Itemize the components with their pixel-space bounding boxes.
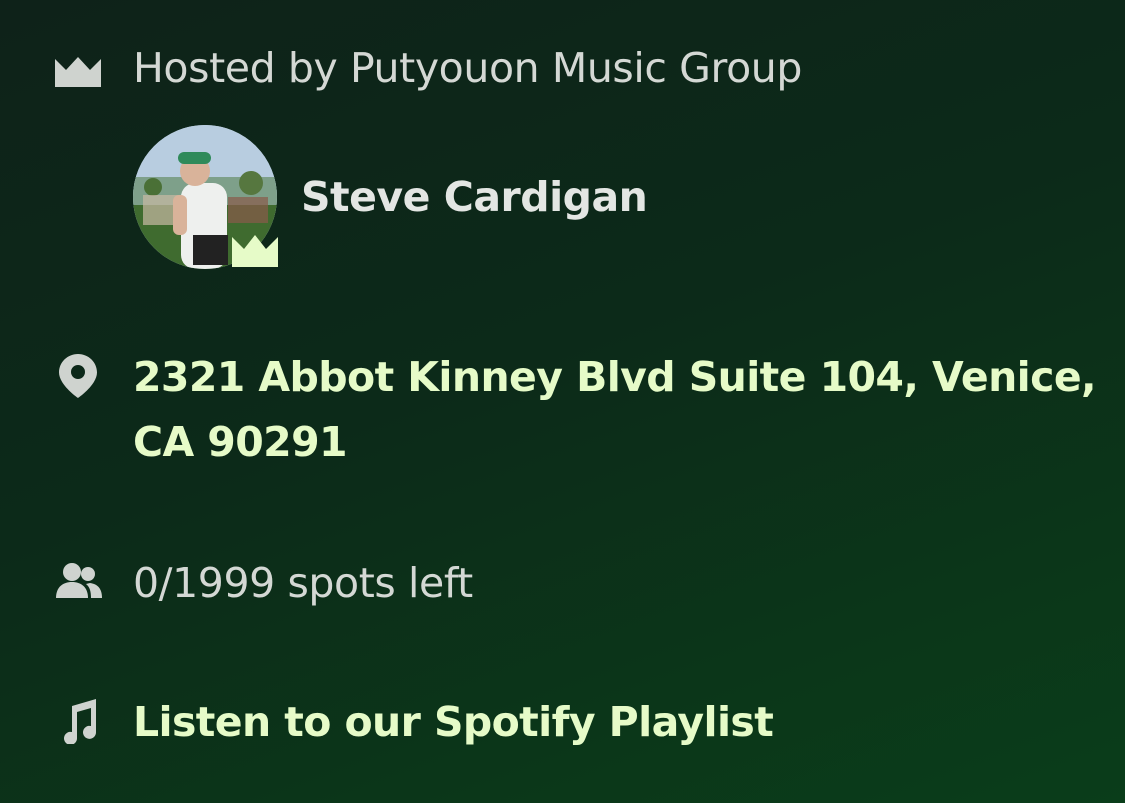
host-label: Hosted by Putyouon Music Group bbox=[133, 44, 802, 92]
map-pin-icon bbox=[59, 354, 97, 398]
spots-left: 0/1999 spots left bbox=[133, 559, 473, 607]
spotify-playlist-link[interactable]: Listen to our Spotify Playlist bbox=[133, 691, 774, 753]
users-icon bbox=[56, 563, 102, 598]
address-line-1[interactable]: 2321 Abbot Kinney Blvd Suite 104, Venice… bbox=[133, 346, 1097, 408]
event-details-panel: { "host": { "label": "Hosted by Putyouon… bbox=[0, 0, 1125, 803]
address-line-2[interactable]: CA 90291 bbox=[133, 411, 348, 473]
host-name[interactable]: Steve Cardigan bbox=[301, 171, 648, 223]
crown-icon bbox=[55, 57, 101, 87]
crown-badge-icon bbox=[232, 235, 278, 267]
music-note-icon bbox=[64, 699, 97, 744]
